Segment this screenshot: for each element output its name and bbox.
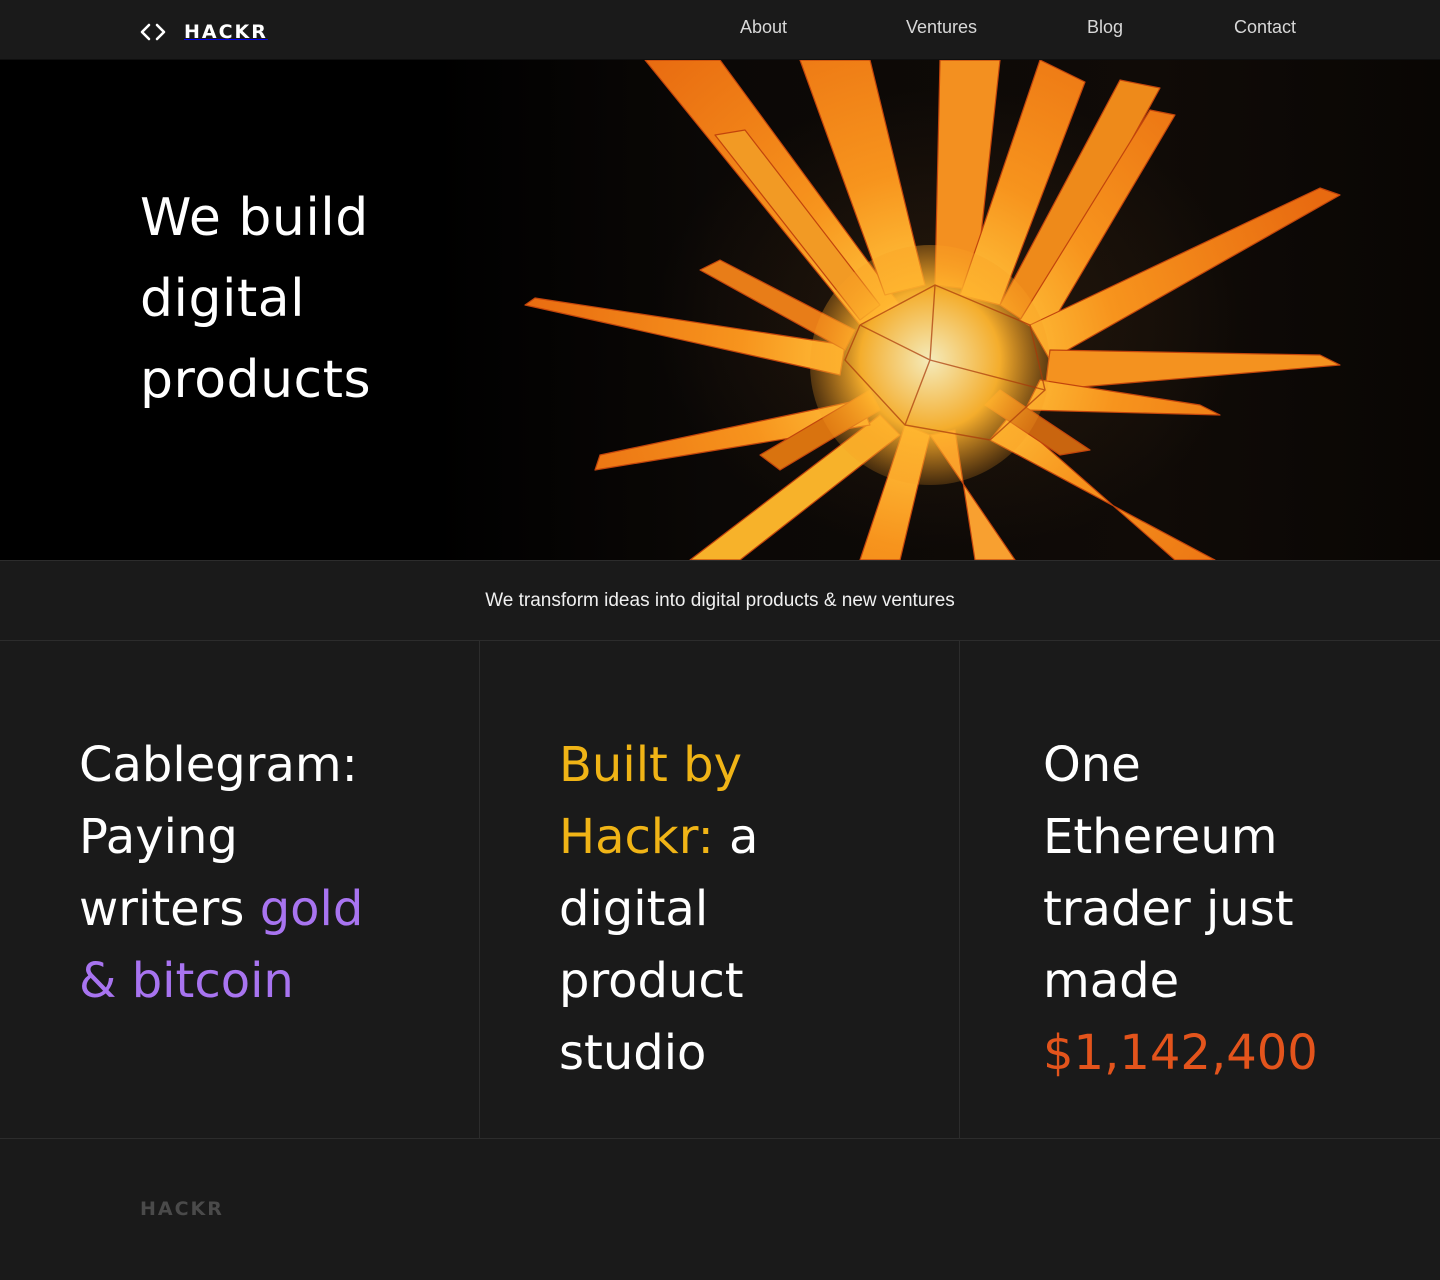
headline-highlight: $1,142,400: [1043, 1025, 1318, 1081]
footer-brand: HACKR: [140, 1198, 224, 1220]
headline-text: writers: [79, 881, 260, 937]
card-headline: Built by Hackr: a digital product studio: [559, 729, 758, 1089]
headline-text: studio: [559, 1025, 707, 1081]
card-headline-line: & bitcoin: [79, 945, 363, 1017]
card-headline-line: studio: [559, 1017, 758, 1089]
venture-card-ethereum-trader[interactable]: One Ethereum trader just made $1,142,400: [960, 641, 1440, 1139]
headline-highlight: Hackr:: [559, 809, 714, 865]
headline-text: Ethereum: [1043, 809, 1278, 865]
hero-title-line: digital: [140, 269, 306, 329]
card-headline-line: made: [1043, 945, 1318, 1017]
hero-section: We build digital products: [0, 60, 1440, 560]
hero-title: We build digital products: [140, 178, 460, 421]
nav-blog[interactable]: Blog: [1087, 17, 1123, 38]
headline-text: digital: [559, 881, 709, 937]
card-headline-line: product: [559, 945, 758, 1017]
headline-text: Paying: [79, 809, 238, 865]
card-headline: Cablegram: Paying writers gold & bitcoin: [79, 729, 363, 1017]
venture-card-built-by-hackr[interactable]: Built by Hackr: a digital product studio: [480, 641, 960, 1139]
headline-highlight: Built by: [559, 737, 742, 793]
nav-about[interactable]: About: [740, 17, 787, 38]
main-nav: About Ventures Blog Contact: [0, 17, 1440, 41]
venture-cards: Cablegram: Paying writers gold & bitcoin Bu…: [0, 641, 1440, 1139]
card-headline-line: trader just: [1043, 873, 1318, 945]
headline-text: made: [1043, 953, 1180, 1009]
card-headline-line: One: [1043, 729, 1318, 801]
tagline: We transform ideas into digital products…: [0, 560, 1440, 641]
card-headline-line: Ethereum: [1043, 801, 1318, 873]
headline-text: product: [559, 953, 744, 1009]
card-headline-line: writers gold: [79, 873, 363, 945]
headline-highlight: & bitcoin: [79, 953, 294, 1009]
nav-ventures[interactable]: Ventures: [906, 17, 977, 38]
nav-contact[interactable]: Contact: [1234, 17, 1296, 38]
site-footer: HACKR: [0, 1140, 1440, 1280]
hero-title-line: We build: [140, 188, 369, 248]
headline-text: a: [713, 809, 759, 865]
venture-card-cablegram[interactable]: Cablegram: Paying writers gold & bitcoin: [0, 641, 480, 1139]
headline-text: Cablegram:: [79, 737, 358, 793]
card-headline-line: Hackr: a: [559, 801, 758, 873]
card-headline: One Ethereum trader just made $1,142,400: [1043, 729, 1318, 1089]
card-headline-line: $1,142,400: [1043, 1017, 1318, 1089]
headline-highlight: gold: [259, 881, 364, 937]
card-headline-line: Cablegram:: [79, 729, 363, 801]
card-headline-line: digital: [559, 873, 758, 945]
hero-title-line: products: [140, 350, 372, 410]
headline-text: trader just: [1043, 881, 1294, 937]
headline-text: One: [1043, 737, 1141, 793]
card-headline-line: Built by: [559, 729, 758, 801]
site-header: HACKR About Ventures Blog Contact: [0, 0, 1440, 60]
card-headline-line: Paying: [79, 801, 363, 873]
